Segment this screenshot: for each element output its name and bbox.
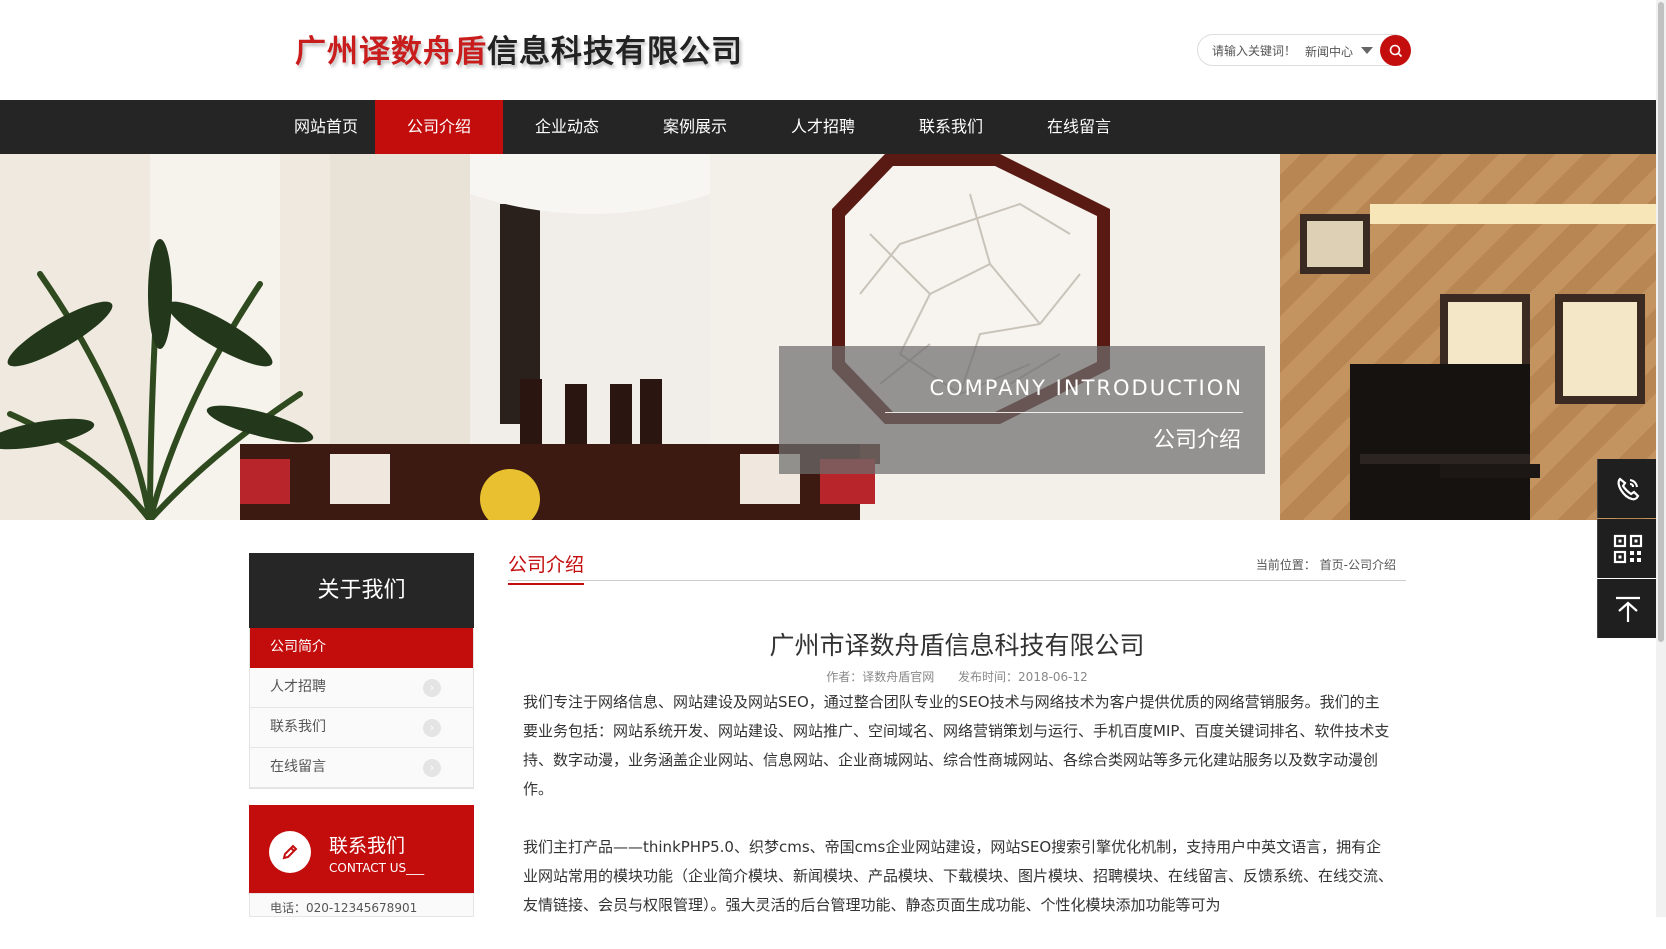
- page-scrollbar[interactable]: [1656, 0, 1666, 917]
- sidebar-item-profile[interactable]: 公司简介: [250, 628, 473, 668]
- search-button[interactable]: [1380, 35, 1411, 66]
- article-paragraph: 我们主打产品——thinkPHP5.0、织梦cms、帝国cms企业网站建设，网站…: [523, 838, 1394, 914]
- contact-subtitle: CONTACT US___: [329, 861, 425, 875]
- chevron-down-icon[interactable]: [1361, 47, 1373, 54]
- section-header: 公司介绍 当前位置： 首页-公司介绍: [508, 548, 1406, 585]
- scrollbar-thumb[interactable]: [1658, 2, 1664, 642]
- search-input[interactable]: [1210, 41, 1306, 61]
- nav-item-home[interactable]: 网站首页: [262, 100, 390, 154]
- sidebar-item-contact[interactable]: 联系我们 ›: [250, 708, 473, 748]
- phone-button[interactable]: [1597, 459, 1658, 518]
- article-title: 广州市译数舟盾信息科技有限公司: [769, 631, 1145, 660]
- banner-divider: [885, 412, 1243, 413]
- qrcode-button[interactable]: [1597, 519, 1658, 578]
- banner: COMPANY INTRODUCTION 公司介绍: [0, 154, 1656, 520]
- qrcode-icon: [1613, 534, 1643, 563]
- breadcrumb[interactable]: 当前位置： 首页-公司介绍: [1256, 556, 1396, 573]
- sidebar-title: 关于我们: [249, 553, 474, 628]
- site-header: 广州译数舟盾信息科技有限公司 新闻中心: [0, 0, 1666, 100]
- nav-item-news[interactable]: 企业动态: [503, 100, 631, 154]
- nav-item-jobs[interactable]: 人才招聘: [759, 100, 887, 154]
- site-logo[interactable]: 广州译数舟盾信息科技有限公司: [295, 26, 743, 71]
- back-to-top-button[interactable]: [1597, 579, 1658, 638]
- search-scope-select[interactable]: 新闻中心: [1305, 43, 1353, 60]
- logo-text-dark: 信息科技有限公司: [487, 34, 743, 70]
- pencil-icon: [269, 831, 311, 873]
- nav-item-message[interactable]: 在线留言: [1015, 100, 1143, 154]
- chevron-right-icon: ›: [423, 759, 441, 777]
- sidebar-item-message[interactable]: 在线留言 ›: [250, 748, 473, 788]
- nav-item-about[interactable]: 公司介绍: [375, 100, 503, 154]
- search-icon: [1389, 44, 1402, 57]
- logo-text-red: 广州译数舟盾: [295, 34, 487, 70]
- contact-title: 联系我们: [329, 835, 406, 857]
- article-paragraph: 我们专注于网络信息、网站建设及网站SEO，通过整合团队专业的SEO技术与网络技术…: [523, 693, 1390, 798]
- arrow-up-icon: [1616, 596, 1640, 622]
- nav-item-cases[interactable]: 案例展示: [631, 100, 759, 154]
- sidebar-item-jobs[interactable]: 人才招聘 ›: [250, 668, 473, 708]
- contact-info: 电话：020-12345678901: [249, 893, 474, 917]
- floating-toolbar: [1597, 459, 1658, 639]
- main-nav: 网站首页 公司介绍 企业动态 案例展示 人才招聘 联系我们 在线留言: [0, 100, 1656, 154]
- sidebar-item-label: 公司简介: [270, 639, 326, 655]
- article-author: 作者：译数舟盾官网: [826, 670, 935, 684]
- sidebar-item-label: 联系我们: [270, 719, 326, 735]
- sidebar-item-label: 在线留言: [270, 759, 326, 775]
- chevron-right-icon: ›: [423, 719, 441, 737]
- article-meta: 作者：译数舟盾官网 发布时间：2018-06-12: [508, 668, 1406, 685]
- sidebar-item-label: 人才招聘: [270, 679, 326, 695]
- sidebar-menu: 公司简介 人才招聘 › 联系我们 › 在线留言 ›: [249, 628, 474, 789]
- contact-card: 联系我们 CONTACT US___: [249, 805, 474, 893]
- banner-title-en: COMPANY INTRODUCTION: [929, 376, 1243, 400]
- banner-title-cn: 公司介绍: [1152, 428, 1241, 453]
- search-box: 新闻中心: [1197, 34, 1410, 66]
- nav-item-contact[interactable]: 联系我们: [887, 100, 1015, 154]
- contact-phone: 电话：020-12345678901: [270, 901, 418, 915]
- article-body: 我们专注于网络信息、网站建设及网站SEO，通过整合团队专业的SEO技术与网络技术…: [523, 688, 1393, 949]
- article-date: 发布时间：2018-06-12: [958, 670, 1088, 684]
- banner-caption: COMPANY INTRODUCTION 公司介绍: [779, 346, 1265, 474]
- section-title: 公司介绍: [508, 550, 585, 585]
- phone-icon: [1617, 477, 1640, 500]
- chevron-right-icon: ›: [423, 679, 441, 697]
